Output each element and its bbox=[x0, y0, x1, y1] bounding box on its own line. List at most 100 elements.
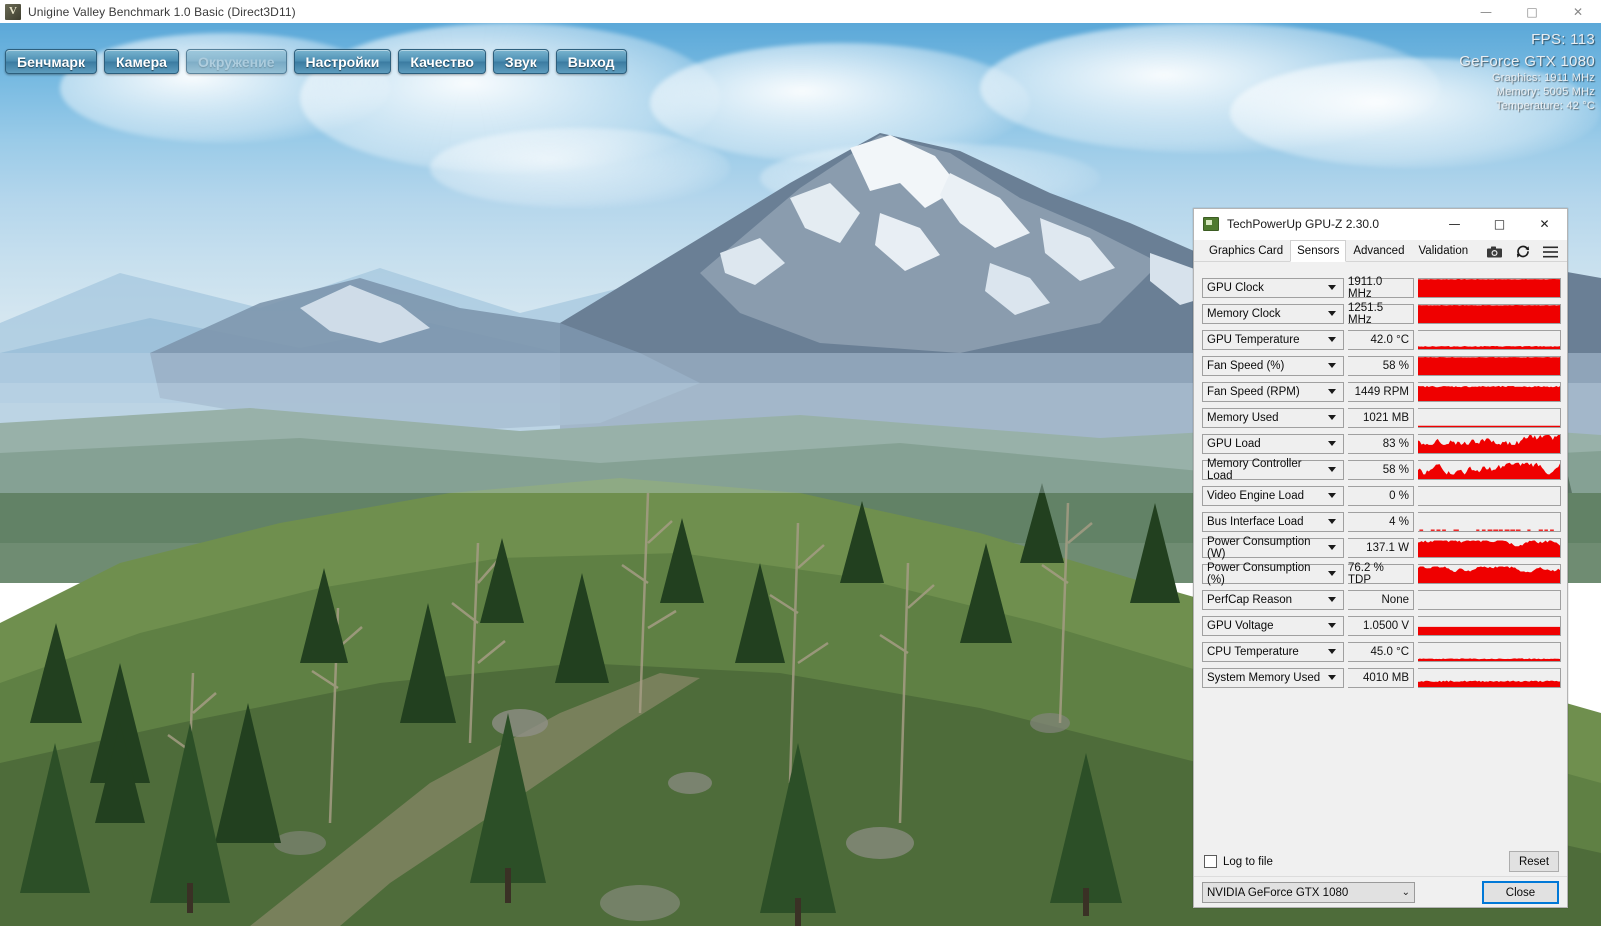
sensor-graph-memory-controller-load[interactable] bbox=[1418, 459, 1561, 480]
sensor-select-gpu-voltage[interactable]: GPU Voltage bbox=[1202, 615, 1344, 636]
sensor-label: GPU Clock bbox=[1207, 281, 1264, 294]
sensor-select-memory-clock[interactable]: Memory Clock bbox=[1202, 303, 1344, 324]
sensor-graph-power-consumption-pct[interactable] bbox=[1418, 563, 1561, 584]
chevron-down-icon bbox=[1328, 441, 1336, 446]
app-close-button[interactable]: ✕ bbox=[1555, 0, 1601, 23]
sensor-graph-fan-speed-pct[interactable] bbox=[1418, 355, 1561, 376]
sensor-label: Fan Speed (RPM) bbox=[1207, 385, 1300, 398]
gpuz-footer: NVIDIA GeForce GTX 1080 ⌄ Close bbox=[1194, 878, 1567, 907]
menu-item-settings[interactable]: Настройки bbox=[293, 49, 392, 74]
sensor-graph-cpu-temperature[interactable] bbox=[1418, 641, 1561, 662]
hamburger-menu-icon[interactable] bbox=[1543, 245, 1558, 259]
chevron-down-icon bbox=[1328, 597, 1336, 602]
sensor-value-perfcap-reason: None bbox=[1348, 589, 1414, 610]
chevron-down-icon bbox=[1328, 545, 1336, 550]
sensor-value-system-memory-used: 4010 MB bbox=[1348, 667, 1414, 688]
tab-advanced[interactable]: Advanced bbox=[1346, 241, 1411, 261]
gpuz-minimize-button[interactable]: — bbox=[1432, 209, 1477, 240]
sensor-value-fan-speed-pct: 58 % bbox=[1348, 355, 1414, 376]
tab-validation[interactable]: Validation bbox=[1411, 241, 1475, 261]
menu-item-quality[interactable]: Качество bbox=[398, 49, 486, 74]
gpuz-tab-bar: Graphics Card Sensors Advanced Validatio… bbox=[1194, 240, 1567, 262]
gpu-selector-dropdown[interactable]: NVIDIA GeForce GTX 1080 ⌄ bbox=[1202, 882, 1415, 903]
sensor-select-fan-speed-rpm[interactable]: Fan Speed (RPM) bbox=[1202, 381, 1344, 402]
gpu-card-icon bbox=[1203, 217, 1219, 231]
sensor-select-bus-interface-load[interactable]: Bus Interface Load bbox=[1202, 511, 1344, 532]
chevron-down-icon bbox=[1328, 649, 1336, 654]
sensor-graph-system-memory-used[interactable] bbox=[1418, 667, 1561, 688]
sensor-graph-power-consumption-w[interactable] bbox=[1418, 537, 1561, 558]
sensor-select-power-consumption-pct[interactable]: Power Consumption (%) bbox=[1202, 562, 1344, 586]
sensor-select-power-consumption-w[interactable]: Power Consumption (W) bbox=[1202, 536, 1344, 560]
tab-sensors[interactable]: Sensors bbox=[1290, 240, 1347, 262]
sensor-graph-gpu-load[interactable] bbox=[1418, 433, 1561, 454]
sensor-select-system-memory-used[interactable]: System Memory Used bbox=[1202, 667, 1344, 688]
chevron-down-icon bbox=[1328, 363, 1336, 368]
sensor-graph-video-engine-load[interactable] bbox=[1418, 485, 1561, 506]
sensor-graph-gpu-temperature[interactable] bbox=[1418, 329, 1561, 350]
sensor-select-gpu-clock[interactable]: GPU Clock bbox=[1202, 277, 1344, 298]
sensor-graph-bus-interface-load[interactable] bbox=[1418, 511, 1561, 532]
app-minimize-button[interactable]: — bbox=[1463, 0, 1509, 23]
sensor-row: Fan Speed (%) 58 % bbox=[1202, 354, 1561, 377]
sensor-graph-memory-clock[interactable] bbox=[1418, 303, 1561, 324]
sensor-graph-perfcap-reason[interactable] bbox=[1418, 589, 1561, 610]
sensor-value-video-engine-load: 0 % bbox=[1348, 485, 1414, 506]
sensor-row: GPU Temperature 42.0 °C bbox=[1202, 328, 1561, 351]
gpuz-window: TechPowerUp GPU-Z 2.30.0 — □ ✕ Graphics … bbox=[1193, 208, 1568, 908]
sensor-row: Memory Used 1021 MB bbox=[1202, 406, 1561, 429]
sensor-label: GPU Temperature bbox=[1207, 333, 1300, 346]
sensor-label: GPU Voltage bbox=[1207, 619, 1274, 632]
refresh-icon[interactable] bbox=[1515, 245, 1530, 259]
sensor-graph-gpu-voltage[interactable] bbox=[1418, 615, 1561, 636]
sensor-value-power-consumption-pct: 76.2 % TDP bbox=[1348, 562, 1414, 586]
sensor-select-gpu-temperature[interactable]: GPU Temperature bbox=[1202, 329, 1344, 350]
sensor-select-perfcap-reason[interactable]: PerfCap Reason bbox=[1202, 589, 1344, 610]
sensor-value-memory-clock: 1251.5 MHz bbox=[1348, 302, 1414, 326]
chevron-down-icon: ⌄ bbox=[1401, 887, 1410, 898]
hud-gpu-name: GeForce GTX 1080 bbox=[1459, 53, 1595, 70]
sensor-select-cpu-temperature[interactable]: CPU Temperature bbox=[1202, 641, 1344, 662]
hud-graphics-clock: Graphics: 1911 MHz bbox=[1491, 72, 1595, 84]
camera-icon[interactable] bbox=[1487, 245, 1502, 259]
gpuz-maximize-button[interactable]: □ bbox=[1477, 209, 1522, 240]
app-title: Unigine Valley Benchmark 1.0 Basic (Dire… bbox=[28, 4, 296, 19]
game-menu-bar: Бенчмарк Камера Окружение Настройки Каче… bbox=[0, 49, 627, 76]
sensor-select-memory-controller-load[interactable]: Memory Controller Load bbox=[1202, 458, 1344, 482]
app-titlebar: V Unigine Valley Benchmark 1.0 Basic (Di… bbox=[0, 0, 1601, 23]
sensor-select-fan-speed-pct[interactable]: Fan Speed (%) bbox=[1202, 355, 1344, 376]
menu-item-exit[interactable]: Выход bbox=[555, 49, 627, 74]
sensor-graph-gpu-clock[interactable] bbox=[1418, 277, 1561, 298]
gpuz-close-button[interactable]: ✕ bbox=[1522, 209, 1567, 240]
fps-counter: FPS: 113 bbox=[1531, 31, 1595, 48]
sensor-label: Fan Speed (%) bbox=[1207, 359, 1285, 372]
fps-overlay: FPS: 113 GeForce GTX 1080 Graphics: 1911… bbox=[1459, 31, 1595, 112]
sensor-row: Memory Clock 1251.5 MHz bbox=[1202, 302, 1561, 326]
sensor-row: Power Consumption (%) 76.2 % TDP bbox=[1202, 562, 1561, 586]
menu-item-camera[interactable]: Камера bbox=[103, 49, 179, 74]
gpuz-window-buttons: — □ ✕ bbox=[1432, 209, 1567, 240]
sensor-select-memory-used[interactable]: Memory Used bbox=[1202, 407, 1344, 428]
close-button[interactable]: Close bbox=[1482, 881, 1559, 904]
sensor-label: Memory Used bbox=[1207, 411, 1279, 424]
log-to-file-label: Log to file bbox=[1223, 855, 1273, 868]
sensor-list: GPU Clock 1911.0 MHz Memory Clock 1251.5… bbox=[1194, 272, 1567, 847]
sensor-value-gpu-voltage: 1.0500 V bbox=[1348, 615, 1414, 636]
valley-logo-icon: V bbox=[5, 3, 21, 20]
log-to-file-checkbox[interactable] bbox=[1204, 855, 1217, 868]
menu-item-environment: Окружение bbox=[185, 49, 287, 74]
sensor-row: CPU Temperature 45.0 °C bbox=[1202, 640, 1561, 663]
sensor-select-gpu-load[interactable]: GPU Load bbox=[1202, 433, 1344, 454]
sensor-row: GPU Clock 1911.0 MHz bbox=[1202, 276, 1561, 300]
sensor-row: GPU Voltage 1.0500 V bbox=[1202, 614, 1561, 637]
sensor-graph-memory-used[interactable] bbox=[1418, 407, 1561, 428]
menu-item-benchmark[interactable]: Бенчмарк bbox=[5, 49, 97, 74]
reset-button[interactable]: Reset bbox=[1509, 851, 1559, 872]
sensor-graph-fan-speed-rpm[interactable] bbox=[1418, 381, 1561, 402]
sensor-value-fan-speed-rpm: 1449 RPM bbox=[1348, 381, 1414, 402]
tab-graphics-card[interactable]: Graphics Card bbox=[1202, 241, 1290, 261]
sensor-select-video-engine-load[interactable]: Video Engine Load bbox=[1202, 485, 1344, 506]
menu-item-sound[interactable]: Звук bbox=[492, 49, 549, 74]
app-maximize-button[interactable]: □ bbox=[1509, 0, 1555, 23]
chevron-down-icon bbox=[1328, 337, 1336, 342]
